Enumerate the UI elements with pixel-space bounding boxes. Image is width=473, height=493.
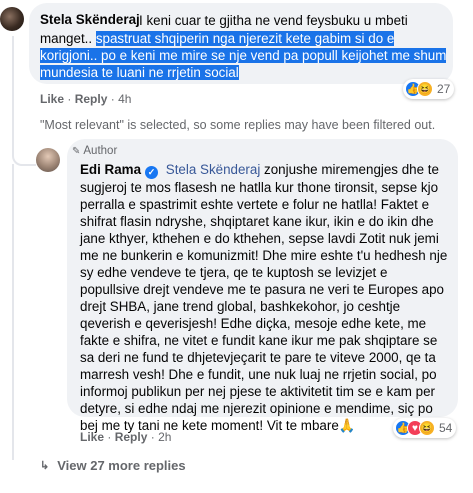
reply-actions: Like · Reply · 2h: [80, 430, 171, 444]
timestamp[interactable]: 4h: [118, 92, 131, 106]
reply-arrow-icon: ↳: [40, 460, 50, 472]
reply-author[interactable]: Edi Rama: [80, 162, 141, 177]
dot-separator: ·: [67, 92, 75, 106]
reply-line: qeverish e qeverisjesh! Edhe diçka, meso…: [80, 316, 427, 331]
timestamp[interactable]: 2h: [158, 430, 171, 444]
comment-actions: Like · Reply · 4h: [40, 92, 131, 106]
selected-text: mundesia te luani ne rrjetin social: [40, 65, 239, 80]
reply-link[interactable]: Reply: [115, 430, 148, 444]
author-badge: ✎ Author: [72, 145, 118, 157]
reply-line: jane kthyer, kthehen e do kthehen, sepse…: [80, 231, 439, 246]
comment-line: korigjoni.. po e keni me mire se nje ven…: [40, 47, 447, 64]
dot-separator: ·: [150, 430, 159, 444]
like-link[interactable]: Like: [40, 92, 64, 106]
reply-line: me ne bunkerin e komunizmit! Dhe mire es…: [80, 248, 448, 263]
thread-connector: [12, 36, 36, 166]
comment-author[interactable]: Stela Skënderaj: [40, 12, 140, 27]
reply-line: sy edhe vendeve te tjera, qe te kuptosh …: [80, 265, 388, 280]
author-badge-icon: ✎: [72, 145, 81, 157]
reply-line: perralla e spastrimit eshte vertete e fo…: [80, 197, 430, 212]
filter-notice: "Most relevant" is selected, so some rep…: [40, 118, 436, 132]
reply-line: drejt SHBA, jane trend global, bashkekoh…: [80, 299, 401, 314]
reaction-count: 54: [439, 421, 453, 435]
haha-reaction-icon: 😆: [419, 420, 435, 436]
dot-separator: ·: [110, 92, 119, 106]
thread-connector: [12, 164, 36, 460]
selected-text: korigjoni.. po e keni me mire se nje ven…: [40, 48, 447, 63]
mention-link[interactable]: Stela Skënderaj: [166, 162, 261, 177]
comment-reactions[interactable]: 👍 😆 27: [403, 79, 455, 99]
verified-badge-icon: ✓: [145, 166, 159, 179]
haha-reaction-icon: 😆: [417, 81, 433, 97]
view-more-replies[interactable]: ↳ View 27 more replies: [40, 458, 186, 473]
reply-author-avatar[interactable]: [36, 148, 60, 172]
reply-header: Edi Rama ✓ Stela Skënderaj zonjushe mirem…: [80, 162, 439, 179]
selected-text: spastruat shqiperin nga njerezit kete ga…: [95, 31, 395, 46]
comment-line: mundesia te luani ne rrjetin social: [40, 64, 239, 81]
reply-line: sugjeroj te mos flasesh ne hatlla kur th…: [80, 180, 439, 195]
commenter-avatar[interactable]: [0, 7, 24, 31]
like-link[interactable]: Like: [80, 430, 104, 444]
reply-reactions[interactable]: 👍 ♥ 😆 54: [393, 418, 457, 438]
reply-line: fakte e shifra, ne vitet e fundit kane i…: [80, 333, 438, 348]
comment-line: manget.. spastruat shqiperin nga njerezi…: [40, 31, 395, 46]
reply-line: marresh vesh! Dhe e fundit, une nuk luaj…: [80, 367, 437, 382]
reply-line: sa deri ne fund te dhjetevjeçarit te par…: [80, 350, 436, 365]
dot-separator: ·: [107, 430, 115, 444]
reply-line: informoj publikun per nej pjese te aktiv…: [80, 384, 436, 399]
reply-line: popullsive drejt vendeve me te pasura ne…: [80, 282, 444, 297]
reaction-count: 27: [437, 82, 451, 96]
comment-line: I keni cuar te gjitha ne vend feysbuku u…: [139, 13, 408, 28]
reply-line: detyre, si edhe ndaj me njerezit opinion…: [80, 401, 433, 416]
reply-line: shifrat flasin ndryshe, shqiptaret kane …: [80, 214, 434, 229]
reply-link[interactable]: Reply: [75, 92, 108, 106]
